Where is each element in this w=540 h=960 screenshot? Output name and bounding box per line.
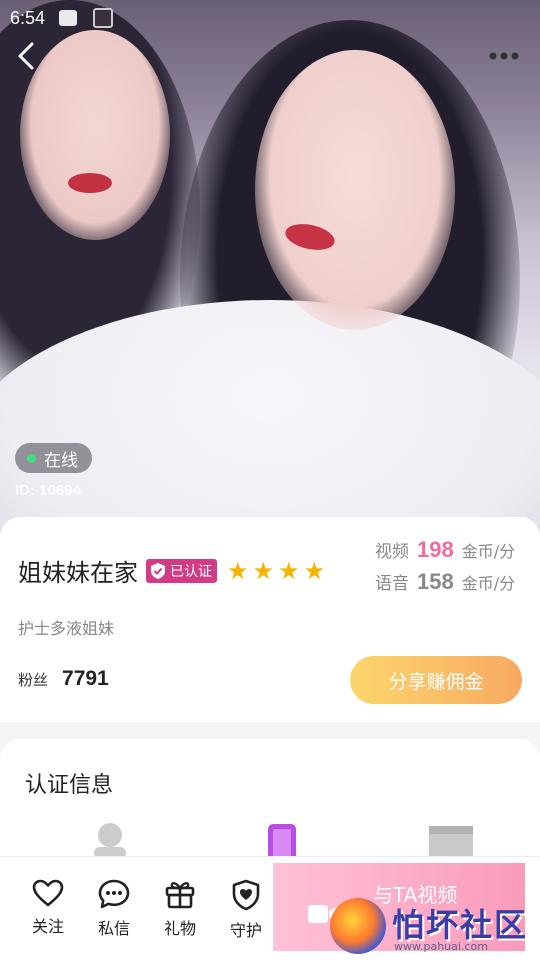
status-time: 6:54 — [10, 7, 46, 28]
share-earn-button[interactable]: 分享赚佣金 — [350, 656, 522, 704]
fans-count: 7791 — [62, 667, 109, 690]
gift-label: 礼物 — [163, 919, 196, 938]
star-icon: ★ — [252, 556, 275, 585]
shield-heart-icon — [232, 879, 260, 911]
user-name: 姐妹妹在家 — [18, 559, 138, 587]
guard-button[interactable]: 守护 — [218, 879, 274, 941]
fans-label: 粉丝 — [18, 671, 49, 689]
verified-label: 已认证 — [170, 563, 212, 580]
video-camera-icon — [308, 905, 338, 923]
video-call-label: 与TA视频 — [373, 883, 458, 907]
chevron-left-icon — [18, 42, 34, 70]
bottom-action-bar: 关注 私信 礼物 守护 与TA视频 — [0, 856, 540, 960]
guard-label: 守护 — [229, 921, 262, 940]
certification-title: 认证信息 — [25, 773, 114, 798]
user-id: ID: 10694 — [15, 482, 81, 499]
photo-face-right — [255, 50, 455, 330]
star-icon: ★ — [227, 556, 249, 585]
user-bio: 护士多液姐妹 — [18, 619, 115, 638]
rating-stars: ★ ★ ★ ★ — [227, 559, 329, 583]
online-status-badge: 在线 — [15, 443, 92, 473]
voice-price-value: 158 — [417, 569, 454, 594]
video-price-row: 视频 198 金币/分 — [375, 537, 540, 569]
back-button[interactable] — [8, 38, 44, 74]
message-button[interactable]: 私信 — [86, 879, 142, 939]
voice-price-label: 语音 — [375, 574, 409, 594]
voice-price-row: 语音 158 金币/分 — [375, 569, 540, 601]
app-notification-icon — [93, 8, 114, 28]
gift-button[interactable]: 礼物 — [152, 879, 208, 939]
share-earn-label: 分享赚佣金 — [388, 670, 484, 693]
follow-label: 关注 — [31, 917, 64, 936]
price-box: 视频 198 金币/分 语音 158 金币/分 — [375, 537, 540, 601]
video-price-label: 视频 — [375, 542, 409, 562]
star-icon: ★ — [278, 556, 300, 585]
profile-card: 姐妹妹在家 已认证 ★ ★ ★ ★ 视频 198 金币/分 语音 158 金币/… — [0, 517, 540, 722]
fans-count-row: 粉丝 7791 — [18, 667, 109, 691]
more-button[interactable] — [486, 42, 522, 70]
verified-badge: 已认证 — [146, 558, 217, 583]
video-price-unit: 金币/分 — [461, 542, 516, 561]
chat-bubble-icon — [98, 879, 130, 909]
heart-icon — [32, 879, 64, 907]
avatar-cert-icon — [94, 823, 126, 857]
more-dots-icon — [489, 52, 519, 60]
message-label: 私信 — [97, 919, 130, 938]
video-price-value: 198 — [417, 537, 454, 562]
video-call-button[interactable]: 与TA视频 — [273, 863, 525, 951]
gift-icon — [165, 882, 195, 909]
phone-cert-icon — [268, 824, 296, 857]
video-cert-icon — [429, 826, 473, 857]
voice-price-unit: 金币/分 — [461, 574, 516, 593]
online-status-text: 在线 — [44, 450, 78, 471]
photo-shirt — [0, 300, 540, 540]
name-row: 姐妹妹在家 已认证 ★ ★ ★ ★ — [18, 553, 329, 588]
online-dot-icon — [27, 453, 36, 463]
status-bar: 6:54 — [0, 0, 540, 36]
star-icon: ★ — [303, 556, 326, 585]
photo-lips-left — [68, 173, 112, 193]
profile-screen: 6:54 在线 ID: 10694 姐妹妹在家 已认证 ★ ★ ★ ★ 视频 1… — [0, 0, 540, 960]
image-notification-icon — [59, 10, 78, 26]
follow-button[interactable]: 关注 — [20, 879, 76, 937]
verified-shield-icon — [151, 562, 165, 579]
